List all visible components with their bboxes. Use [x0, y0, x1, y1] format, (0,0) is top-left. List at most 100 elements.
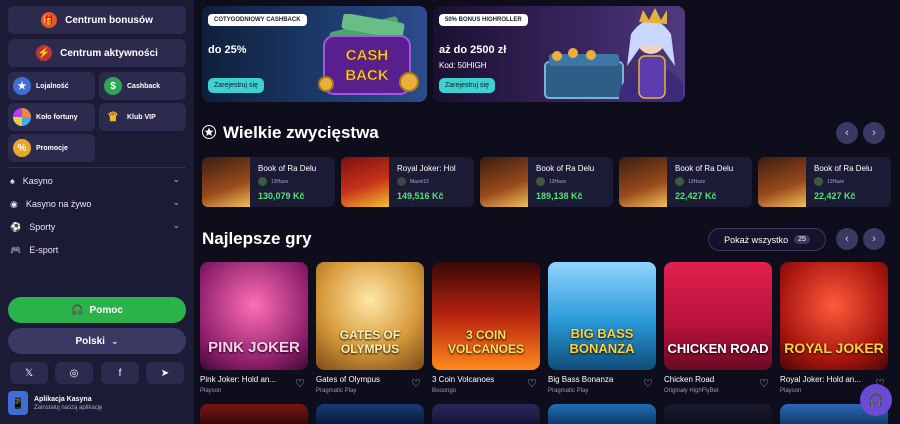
big-win-card[interactable]: Book of Ra Delu 13Haze 189,138 Kč — [480, 157, 613, 207]
app-title: Aplikacja Kasyna — [34, 395, 92, 403]
avatar — [814, 177, 823, 186]
game-tile-royal-joker[interactable]: ROYAL JOKER — [780, 262, 888, 370]
game-tile-partial[interactable] — [548, 404, 656, 424]
big-win-card[interactable]: Book of Ra Delu 13Haze 130,079 Kč — [202, 157, 335, 207]
game-title[interactable]: Royal Joker: Hold an... — [780, 375, 874, 384]
avatar — [258, 177, 267, 186]
top-games-prev-button[interactable]: ‹ — [836, 228, 858, 250]
loyalty-medal-icon: ★ — [13, 77, 31, 95]
highroller-illustration — [544, 8, 683, 102]
game-title[interactable]: Pink Joker: Hold an... — [200, 375, 294, 384]
nav-item-live-casino[interactable]: ◉ Kasyno na żywo ⌄ — [10, 194, 186, 214]
big-wins-next-button[interactable]: › — [863, 122, 885, 144]
game-thumbnail — [480, 157, 528, 207]
avatar — [397, 177, 406, 186]
bonus-center-button[interactable]: 🎁 Centrum bonusów — [8, 6, 186, 34]
nav-item-casino[interactable]: ♠ Kasyno ⌄ — [10, 171, 186, 191]
chevron-right-icon: › — [872, 233, 876, 245]
highroller-banner[interactable]: 50% BONUS HIGHROLLER aż do 2500 zł Kod: … — [433, 6, 685, 102]
cashback-banner[interactable]: COTYGODNIOWY CASHBACK do 25% Zarejestruj… — [202, 6, 427, 102]
headset-icon: 🎧 — [867, 392, 885, 407]
register-button[interactable]: Zarejestruj się — [208, 78, 264, 93]
x-icon: 𝕏 — [24, 367, 34, 379]
big-wins-prev-button[interactable]: ‹ — [836, 122, 858, 144]
game-tile-3-coin-volcanoes[interactable]: 3 COIN VOLCANOES — [432, 262, 540, 370]
tile-fortune-wheel[interactable]: Koło fortuny — [8, 103, 95, 131]
game-tile-chicken-road[interactable]: CHICKEN ROAD — [664, 262, 772, 370]
chevron-right-icon: › — [872, 127, 876, 139]
heart-icon[interactable]: ♡ — [295, 377, 305, 390]
vip-crown-icon: ♛ — [107, 109, 119, 124]
game-thumbnail — [202, 157, 250, 207]
headset-icon: 🎧 — [71, 304, 84, 316]
tile-promotions[interactable]: % Promocje — [8, 134, 95, 162]
tile-vip-club[interactable]: ♛ Klub VIP — [99, 103, 186, 131]
heart-icon[interactable]: ♡ — [527, 377, 537, 390]
game-title[interactable]: Gates of Olympus — [316, 375, 410, 384]
casino-icon: ♠ — [10, 176, 15, 186]
activity-icon: ⚡ — [36, 45, 53, 61]
count-badge: 25 — [794, 235, 810, 244]
banner-badge: 50% BONUS HIGHROLLER — [439, 14, 528, 26]
support-chat-button[interactable]: 🎧 — [860, 384, 892, 416]
avatar — [675, 177, 684, 186]
help-button[interactable]: 🎧 Pomoc — [8, 297, 186, 323]
show-all-button[interactable]: Pokaż wszystko 25 — [708, 228, 826, 251]
game-tile-big-bass-bonanza[interactable]: BIG BASS BONANZA — [548, 262, 656, 370]
big-win-card[interactable]: Book of Ra Delu 13Haze 22,427 Kč — [758, 157, 891, 207]
game-tile-pink-joker[interactable]: PINK JOKER — [200, 262, 308, 370]
fortune-wheel-icon — [13, 108, 31, 126]
game-tile-partial[interactable] — [316, 404, 424, 424]
tile-cashback[interactable]: $ Cashback — [99, 72, 186, 100]
game-title[interactable]: Big Bass Bonanza — [548, 375, 642, 384]
banner-value: aż do 2500 zł — [439, 44, 507, 56]
language-select[interactable]: Polski ⌄ — [8, 328, 186, 354]
big-wins-title: Wielkie zwycięstwa — [223, 123, 379, 142]
game-tile-gates-of-olympus[interactable]: GATES OF OLYMPUS — [316, 262, 424, 370]
big-win-card[interactable]: Royal Joker: Hol Mazel15 149,516 Kč — [341, 157, 474, 207]
banner-badge: COTYGODNIOWY CASHBACK — [208, 14, 307, 26]
game-title[interactable]: 3 Coin Volcanoes — [432, 375, 526, 384]
heart-icon[interactable]: ♡ — [759, 377, 769, 390]
social-telegram-button[interactable]: ➤ — [146, 362, 184, 384]
heart-icon[interactable]: ♡ — [643, 377, 653, 390]
top-games-next-button[interactable]: › — [863, 228, 885, 250]
game-provider: Pragmatic Play — [316, 388, 357, 394]
chevron-left-icon: ‹ — [845, 233, 849, 245]
game-tile-partial[interactable] — [200, 404, 308, 424]
top-games-title: Najlepsze gry — [202, 229, 312, 248]
activity-center-button[interactable]: ⚡ Centrum aktywności — [8, 39, 186, 67]
star-icon — [202, 125, 216, 139]
social-facebook-button[interactable]: f — [101, 362, 139, 384]
register-button[interactable]: Zarejestruj się — [439, 78, 495, 93]
game-provider: Pragmatic Play — [548, 388, 589, 394]
nav-item-sports[interactable]: ⚽ Sporty ⌄ — [10, 217, 186, 237]
game-title[interactable]: Chicken Road — [664, 375, 758, 384]
game-thumbnail — [758, 157, 806, 207]
esport-gamepad-icon: 🎮 — [10, 244, 22, 255]
sports-ball-icon: ⚽ — [10, 221, 22, 232]
social-instagram-button[interactable]: ◎ — [55, 362, 93, 384]
game-provider: Originały HighFlyBet — [664, 388, 719, 394]
telegram-icon: ➤ — [160, 367, 170, 379]
gift-icon: 🎁 — [41, 12, 58, 28]
game-thumbnail — [341, 157, 389, 207]
casino-app-promo[interactable]: 📱 Aplikacja Kasyna Zainstaluj naszą apli… — [8, 390, 186, 416]
game-provider: Playson — [200, 388, 222, 394]
svg-text:CASH: CASH — [346, 47, 389, 64]
chevron-down-icon: ⌄ — [110, 335, 119, 346]
nav-item-esport[interactable]: 🎮 E-sport — [10, 240, 186, 260]
big-win-card[interactable]: Book of Ra Delu 13Haze 22,427 Kč — [619, 157, 752, 207]
divider — [8, 167, 186, 168]
game-tile-partial[interactable] — [432, 404, 540, 424]
game-tile-partial[interactable] — [664, 404, 772, 424]
phone-app-icon: 📱 — [8, 391, 28, 415]
chevron-left-icon: ‹ — [845, 127, 849, 139]
social-x-button[interactable]: 𝕏 — [10, 362, 48, 384]
tile-loyalty[interactable]: ★ Lojalność — [8, 72, 95, 100]
game-provider: Booongo — [432, 388, 457, 394]
game-thumbnail — [619, 157, 667, 207]
heart-icon[interactable]: ♡ — [411, 377, 421, 390]
instagram-icon: ◎ — [69, 367, 79, 379]
banner-value: do 25% — [208, 44, 247, 56]
